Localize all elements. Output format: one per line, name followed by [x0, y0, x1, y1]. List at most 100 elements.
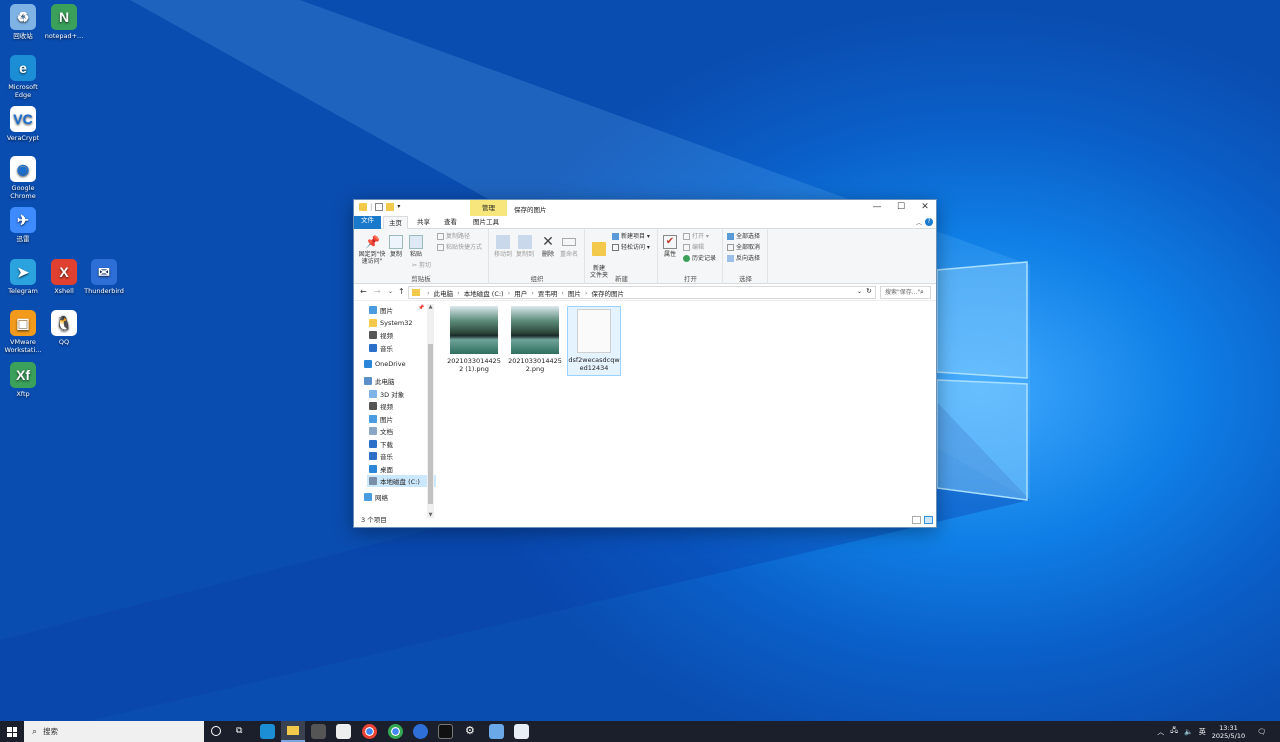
delete-button[interactable]: ✕ 删除: [540, 235, 556, 258]
nav-pc-item[interactable]: 图片: [369, 413, 393, 425]
paste-button[interactable]: 粘贴: [408, 235, 424, 258]
start-button[interactable]: [7, 727, 17, 737]
input-language[interactable]: 英: [1199, 727, 1206, 737]
desktop-shortcut-vmware[interactable]: ▣ VMware Workstati...: [1, 310, 45, 354]
breadcrumb-item[interactable]: 用户: [514, 288, 527, 298]
terminal-taskbar-icon[interactable]: [438, 724, 453, 739]
close-button[interactable]: ✕: [913, 200, 937, 216]
new-item-button[interactable]: 新建项目 ▾: [612, 233, 650, 240]
desktop-shortcut-xftp[interactable]: Xf Xftp: [1, 362, 45, 398]
back-button[interactable]: ←: [360, 287, 367, 296]
taskbar-search[interactable]: ⌕ 搜索: [24, 721, 204, 742]
forward-button[interactable]: →: [374, 287, 381, 296]
paste-shortcut-button[interactable]: 粘贴快捷方式: [437, 244, 482, 251]
breadcrumb-separator[interactable]: ›: [508, 289, 511, 297]
cut-button[interactable]: ✂ 剪切: [412, 262, 431, 269]
copy-to-button[interactable]: 复制到: [514, 235, 536, 258]
store-taskbar-icon[interactable]: [311, 724, 326, 739]
veracrypt-taskbar-icon[interactable]: [514, 724, 529, 739]
desktop-shortcut-chrome[interactable]: ◉ Google Chrome: [1, 156, 45, 200]
tab-view[interactable]: 查看: [439, 216, 462, 229]
desktop-shortcut-recycle-bin[interactable]: ♻ 回收站: [1, 4, 45, 40]
easy-access-button[interactable]: 轻松访问 ▾: [612, 244, 650, 251]
network-icon[interactable]: 🖧: [1170, 726, 1178, 737]
collapse-ribbon-icon[interactable]: ︿: [916, 218, 922, 227]
nav-quick-item[interactable]: 视频: [369, 329, 393, 341]
properties-icon[interactable]: [375, 203, 384, 211]
desktop-shortcut-xunlei[interactable]: ✈ 迅雷: [1, 207, 45, 243]
open-button[interactable]: 打开 ▾: [683, 233, 709, 240]
desktop-shortcut-qq[interactable]: 🐧 QQ: [42, 310, 86, 346]
nav-pc-item[interactable]: 文档: [369, 425, 393, 437]
nav-item-this-pc[interactable]: 此电脑: [364, 375, 395, 387]
breadcrumb-separator[interactable]: ›: [427, 289, 430, 297]
volume-icon[interactable]: 🔈: [1184, 728, 1193, 736]
title-bar[interactable]: | ▾ 管理 保存的图片 — ☐ ✕: [354, 200, 936, 216]
breadcrumb-item[interactable]: 图片: [568, 288, 581, 298]
tab-share[interactable]: 共享: [412, 216, 435, 229]
file-list[interactable]: 2021033014425 2 (1).png 2021033014425 2.p…: [438, 302, 936, 512]
nav-pc-item[interactable]: 视频: [369, 400, 393, 412]
clock[interactable]: 13:31 2025/5/10: [1212, 724, 1245, 740]
mail-taskbar-icon[interactable]: [336, 724, 351, 739]
breadcrumb-separator[interactable]: ›: [531, 289, 534, 297]
breadcrumb-separator[interactable]: ›: [585, 289, 588, 297]
desktop-shortcut-veracrypt[interactable]: VC VeraCrypt: [1, 106, 45, 142]
file-explorer-taskbar-icon[interactable]: [281, 721, 305, 742]
move-to-button[interactable]: 移动到: [492, 235, 514, 258]
desktop-shortcut-notepad-plus[interactable]: Nnotepad+...: [42, 4, 86, 40]
file-explorer-window[interactable]: | ▾ 管理 保存的图片 — ☐ ✕ 文件 主页 共享 查看 图片工具 ︿ ? …: [353, 199, 937, 528]
select-all-button[interactable]: 全部选择: [727, 233, 760, 240]
copy-path-button[interactable]: 复制路径: [437, 233, 470, 240]
nav-quick-item[interactable]: System32: [369, 317, 413, 329]
chrome-taskbar-icon-2[interactable]: [388, 724, 403, 739]
scroll-up-arrow[interactable]: ▲: [427, 304, 434, 310]
desktop-shortcut-edge[interactable]: e Microsoft Edge: [1, 55, 45, 99]
nav-item-onedrive[interactable]: OneDrive: [364, 358, 406, 370]
properties-button[interactable]: ✔ 属性: [661, 235, 679, 258]
thunderbird-taskbar-icon[interactable]: [413, 724, 428, 739]
chevron-down-icon[interactable]: ▾: [397, 203, 400, 211]
nav-scrollbar[interactable]: ▲ ▼: [427, 304, 434, 518]
address-bar[interactable]: › 此电脑 › 本地磁盘 (C:) › 用户 › 贾韦明 › 图片 › 保存的图片: [408, 286, 876, 299]
pin-quick-access-button[interactable]: 📌 固定到"快速访问": [357, 235, 387, 265]
nav-item-network[interactable]: 网络: [364, 491, 388, 503]
tab-file[interactable]: 文件: [354, 216, 381, 229]
copy-button[interactable]: 复制: [388, 235, 404, 258]
breadcrumb-item[interactable]: 保存的图片: [592, 288, 625, 298]
edge-taskbar-icon[interactable]: [260, 724, 275, 739]
address-dropdown-icon[interactable]: ⌄: [857, 288, 862, 295]
rename-button[interactable]: 重命名: [558, 235, 580, 258]
nav-pc-item[interactable]: 本地磁盘 (C:): [367, 475, 436, 487]
tab-home[interactable]: 主页: [383, 216, 408, 229]
file-item[interactable]: 2021033014425 2 (1).png: [447, 306, 501, 373]
maximize-button[interactable]: ☐: [889, 200, 913, 216]
scroll-thumb[interactable]: [428, 344, 433, 504]
details-view-button[interactable]: [912, 516, 921, 524]
refresh-icon[interactable]: ↻: [866, 287, 872, 295]
desktop-shortcut-thunderbird[interactable]: ✉ Thunderbird: [82, 259, 126, 295]
breadcrumb-separator[interactable]: ›: [561, 289, 564, 297]
chrome-taskbar-icon[interactable]: [362, 724, 377, 739]
settings-gear-icon[interactable]: ⚙: [465, 724, 475, 737]
nav-pc-item[interactable]: 下载: [369, 438, 393, 450]
chevron-up-icon[interactable]: ︿: [1157, 727, 1164, 737]
breadcrumb-item[interactable]: 贾韦明: [538, 288, 558, 298]
history-button[interactable]: 历史记录: [683, 255, 716, 262]
task-view-icon[interactable]: ⧉: [236, 726, 242, 736]
new-folder-icon[interactable]: [386, 203, 395, 211]
tab-picture-tools[interactable]: 图片工具: [468, 216, 504, 229]
nav-pc-item[interactable]: 桌面: [369, 463, 393, 475]
breadcrumb-item[interactable]: 本地磁盘 (C:): [464, 288, 504, 298]
notification-icon[interactable]: 🗨: [1257, 728, 1266, 736]
invert-selection-button[interactable]: 反向选择: [727, 255, 760, 262]
breadcrumb-separator[interactable]: ›: [457, 289, 460, 297]
up-button[interactable]: ↑: [398, 287, 405, 296]
recent-locations-button[interactable]: ⌄: [388, 288, 393, 295]
context-tab-manage[interactable]: 管理: [470, 200, 507, 216]
file-item[interactable]: 2021033014425 2.png: [508, 306, 562, 373]
file-item[interactable]: dsf2wecasdcqw ed12434: [567, 306, 621, 376]
minimize-button[interactable]: —: [865, 200, 889, 216]
cortana-icon[interactable]: [211, 726, 221, 736]
nav-pc-item[interactable]: 音乐: [369, 450, 393, 462]
